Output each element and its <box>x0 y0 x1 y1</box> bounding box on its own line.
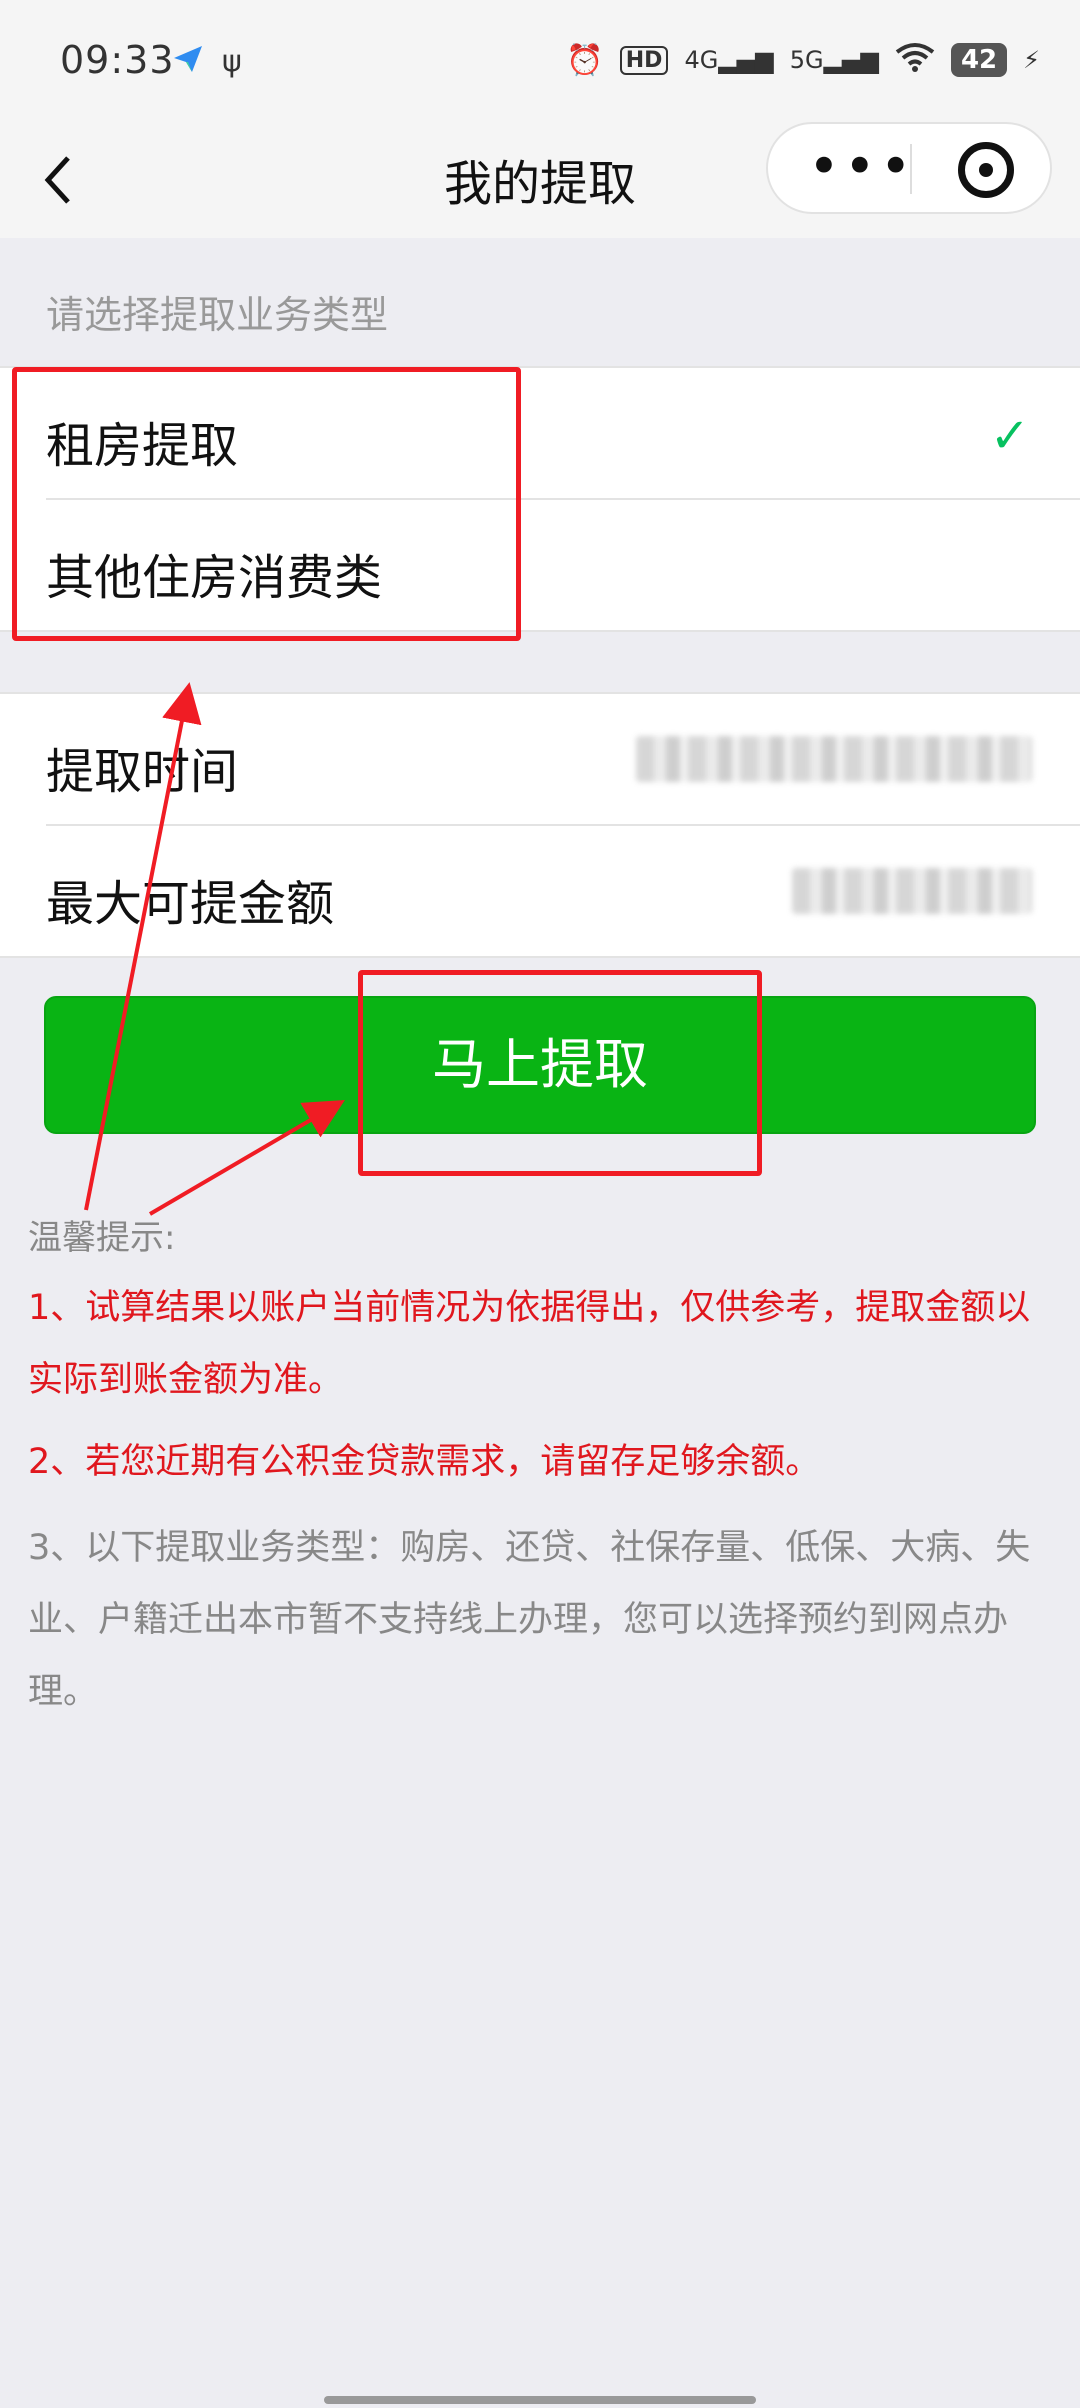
annotation-arrows <box>84 682 345 1216</box>
home-indicator[interactable] <box>324 2396 756 2404</box>
